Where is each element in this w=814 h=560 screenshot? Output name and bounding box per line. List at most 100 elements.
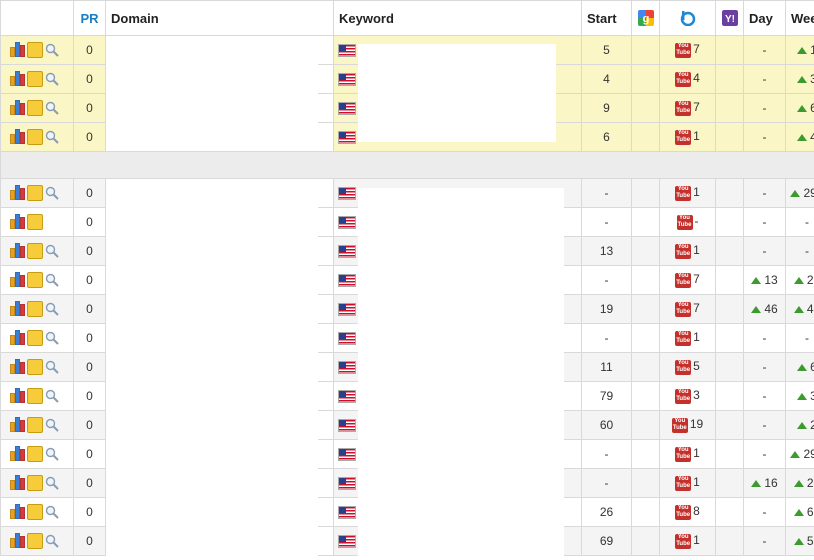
youtube-icon[interactable]: You Tube — [671, 417, 688, 433]
magnifier-icon[interactable] — [45, 389, 59, 403]
day-header[interactable]: Day — [743, 0, 786, 36]
note-icon[interactable] — [27, 42, 43, 58]
week-change: 4 — [785, 122, 814, 152]
us-flag-icon — [338, 535, 356, 549]
magnifier-icon[interactable] — [45, 244, 59, 258]
google-icon: g — [637, 10, 654, 27]
yahoo-header[interactable]: Y! — [715, 0, 744, 36]
bar-chart-icon[interactable] — [9, 100, 25, 116]
bing-header[interactable] — [659, 0, 716, 36]
note-icon[interactable] — [27, 330, 43, 346]
note-icon[interactable] — [27, 71, 43, 87]
bing-rank: You Tube 5 — [659, 352, 716, 382]
note-icon[interactable] — [27, 504, 43, 520]
youtube-icon[interactable]: You Tube — [675, 388, 692, 404]
youtube-icon[interactable]: You Tube — [675, 100, 692, 116]
magnifier-icon[interactable] — [45, 505, 59, 519]
note-icon[interactable] — [27, 214, 43, 230]
magnifier-icon[interactable] — [45, 186, 59, 200]
start-rank: 6 — [581, 122, 632, 152]
note-icon[interactable] — [27, 475, 43, 491]
magnifier-icon[interactable] — [45, 331, 59, 345]
youtube-icon[interactable]: You Tube — [675, 301, 692, 317]
youtube-icon[interactable]: You Tube — [675, 359, 692, 375]
bar-chart-icon[interactable] — [9, 129, 25, 145]
note-icon[interactable] — [27, 272, 43, 288]
note-icon[interactable] — [27, 446, 43, 462]
bar-chart-icon[interactable] — [9, 214, 25, 230]
pr-header[interactable]: PR — [73, 0, 106, 36]
us-flag-icon — [338, 303, 356, 317]
youtube-icon[interactable]: You Tube — [675, 504, 692, 520]
bar-chart-icon[interactable] — [9, 42, 25, 58]
bar-chart-icon[interactable] — [9, 417, 25, 433]
magnifier-icon[interactable] — [45, 302, 59, 316]
start-rank: - — [581, 207, 632, 237]
bar-chart-icon[interactable] — [9, 71, 25, 87]
start-rank: - — [581, 439, 632, 469]
bar-chart-icon[interactable] — [9, 475, 25, 491]
note-icon[interactable] — [27, 388, 43, 404]
youtube-icon[interactable]: You Tube — [675, 475, 692, 491]
bar-chart-icon[interactable] — [9, 272, 25, 288]
youtube-icon[interactable]: You Tube — [675, 71, 692, 87]
google-rank — [631, 294, 660, 324]
note-icon[interactable] — [27, 301, 43, 317]
bar-chart-icon[interactable] — [9, 243, 25, 259]
row-actions — [0, 323, 74, 353]
start-rank: - — [581, 265, 632, 295]
bing-rank: You Tube 1 — [659, 439, 716, 469]
note-icon[interactable] — [27, 100, 43, 116]
bar-chart-icon[interactable] — [9, 330, 25, 346]
yahoo-rank — [715, 468, 744, 498]
google-header[interactable]: g — [631, 0, 660, 36]
bar-chart-icon[interactable] — [9, 388, 25, 404]
note-icon[interactable] — [27, 129, 43, 145]
youtube-icon[interactable]: You Tube — [675, 42, 692, 58]
magnifier-icon[interactable] — [45, 360, 59, 374]
magnifier-icon[interactable] — [45, 418, 59, 432]
bing-rank: You Tube 7 — [659, 35, 716, 65]
note-icon[interactable] — [27, 359, 43, 375]
row-actions — [0, 207, 74, 237]
magnifier-icon[interactable] — [45, 101, 59, 115]
domain-header[interactable]: Domain — [105, 0, 334, 36]
bar-chart-icon[interactable] — [9, 301, 25, 317]
magnifier-icon[interactable] — [45, 476, 59, 490]
magnifier-icon[interactable] — [45, 273, 59, 287]
bar-chart-icon[interactable] — [9, 504, 25, 520]
youtube-icon[interactable]: You Tube — [675, 129, 692, 145]
start-header[interactable]: Start — [581, 0, 632, 36]
bing-rank: You Tube 7 — [659, 294, 716, 324]
pr-value: 0 — [73, 93, 106, 123]
week-change: 1 — [785, 35, 814, 65]
youtube-icon[interactable]: You Tube — [676, 214, 693, 230]
youtube-icon[interactable]: You Tube — [675, 272, 692, 288]
magnifier-icon[interactable] — [45, 43, 59, 57]
note-icon[interactable] — [27, 533, 43, 549]
youtube-icon[interactable]: You Tube — [675, 446, 692, 462]
note-icon[interactable] — [27, 417, 43, 433]
note-icon[interactable] — [27, 185, 43, 201]
bar-chart-icon[interactable] — [9, 359, 25, 375]
week-change: 6 — [785, 93, 814, 123]
keyword-header[interactable]: Keyword — [333, 0, 582, 36]
magnifier-icon[interactable] — [45, 447, 59, 461]
magnifier-icon[interactable] — [45, 130, 59, 144]
magnifier-icon[interactable] — [45, 72, 59, 86]
youtube-icon[interactable]: You Tube — [675, 330, 692, 346]
note-icon[interactable] — [27, 243, 43, 259]
us-flag-icon — [338, 448, 356, 462]
youtube-icon[interactable]: You Tube — [675, 243, 692, 259]
youtube-icon[interactable]: You Tube — [675, 533, 692, 549]
pr-value: 0 — [73, 468, 106, 498]
us-flag-icon — [338, 73, 356, 87]
magnifier-icon[interactable] — [45, 534, 59, 548]
week-header[interactable]: Week — [785, 0, 814, 36]
youtube-icon[interactable]: You Tube — [675, 185, 692, 201]
bar-chart-icon[interactable] — [9, 533, 25, 549]
keyword-redaction-main — [358, 188, 564, 556]
start-rank: 9 — [581, 93, 632, 123]
bar-chart-icon[interactable] — [9, 185, 25, 201]
bar-chart-icon[interactable] — [9, 446, 25, 462]
